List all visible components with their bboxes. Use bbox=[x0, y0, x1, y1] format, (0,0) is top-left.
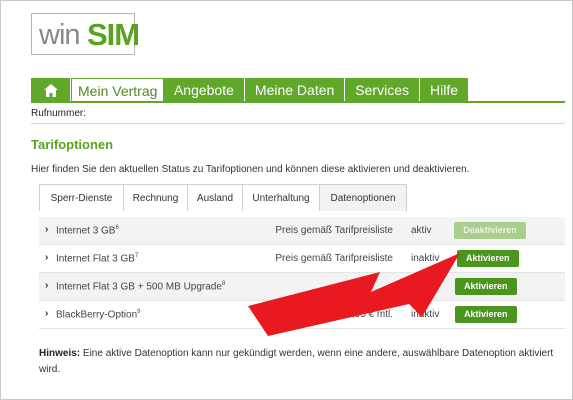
table-row: › Internet Flat 3 GB7 Preis gemäß Tarifp… bbox=[39, 245, 565, 273]
nav-hilfe[interactable]: Hilfe bbox=[420, 78, 469, 102]
option-status: inaktiv bbox=[411, 281, 440, 292]
nav-meine-daten[interactable]: Meine Daten bbox=[245, 78, 346, 102]
option-status: inaktiv bbox=[411, 309, 440, 320]
option-status: inaktiv bbox=[411, 253, 440, 264]
rufnummer-label: Rufnummer: bbox=[31, 108, 87, 119]
nav-underline bbox=[31, 101, 565, 103]
tab-unterhaltung[interactable]: Unterhaltung bbox=[242, 184, 320, 211]
logo-text-sim: SIM bbox=[87, 17, 140, 52]
nav-services[interactable]: Services bbox=[345, 78, 420, 102]
logo-text-win: win bbox=[39, 19, 81, 51]
table-row: › BlackBerry-Option9 5,95 € mtl. inaktiv… bbox=[39, 301, 565, 329]
page-title: Tarifoptionen bbox=[31, 137, 114, 152]
option-price: Preis gemäß Tarifpreisliste bbox=[275, 225, 393, 236]
table-row: › Internet 3 GB6 Preis gemäß Tarifpreisl… bbox=[39, 217, 565, 245]
tab-ausland[interactable]: Ausland bbox=[187, 184, 243, 211]
intro-text: Hier finden Sie den aktuellen Status zu … bbox=[31, 164, 470, 175]
option-price: Preis gemäß Tarifpreisliste bbox=[275, 253, 393, 264]
hint-body: Eine aktive Datenoption kann nur gekündi… bbox=[39, 348, 554, 375]
nav-mein-vertrag[interactable]: Mein Vertrag bbox=[71, 78, 164, 102]
option-name[interactable]: BlackBerry-Option9 bbox=[56, 309, 140, 320]
option-name[interactable]: Internet 3 GB6 bbox=[56, 225, 119, 236]
chevron-right-icon[interactable]: › bbox=[45, 280, 48, 291]
option-status: aktiv bbox=[411, 225, 432, 236]
activate-button[interactable]: Aktivieren bbox=[455, 278, 517, 295]
hint-label: Hinweis: bbox=[39, 348, 81, 359]
main-nav: Mein Vertrag Angebote Meine Daten Servic… bbox=[31, 78, 469, 102]
tab-datenoptionen[interactable]: Datenoptionen bbox=[319, 184, 407, 211]
hint-text: Hinweis: Eine aktive Datenoption kann nu… bbox=[39, 346, 559, 378]
divider bbox=[31, 123, 565, 124]
table-row: › Internet Flat 3 GB + 500 MB Upgrade8 i… bbox=[39, 273, 565, 301]
option-name[interactable]: Internet Flat 3 GB + 500 MB Upgrade8 bbox=[56, 281, 225, 292]
option-name[interactable]: Internet Flat 3 GB7 bbox=[56, 253, 138, 264]
activate-button[interactable]: Aktivieren bbox=[457, 250, 519, 267]
tab-sperr-dienste[interactable]: Sperr-Dienste bbox=[39, 184, 124, 211]
chevron-right-icon[interactable]: › bbox=[45, 224, 48, 235]
chevron-right-icon[interactable]: › bbox=[45, 252, 48, 263]
home-icon bbox=[43, 83, 58, 97]
options-table: › Internet 3 GB6 Preis gemäß Tarifpreisl… bbox=[39, 217, 565, 329]
winsim-logo[interactable]: win SIM bbox=[31, 13, 140, 55]
chevron-right-icon[interactable]: › bbox=[45, 308, 48, 319]
tab-rechnung[interactable]: Rechnung bbox=[123, 184, 188, 211]
option-price: 5,95 € mtl. bbox=[346, 309, 393, 320]
tab-bar: Sperr-Dienste Rechnung Ausland Unterhalt… bbox=[39, 184, 407, 211]
deactivate-button[interactable]: Deaktivieren bbox=[454, 222, 526, 239]
nav-home[interactable] bbox=[31, 78, 72, 102]
nav-angebote[interactable]: Angebote bbox=[164, 78, 245, 102]
activate-button[interactable]: Aktivieren bbox=[455, 306, 517, 323]
